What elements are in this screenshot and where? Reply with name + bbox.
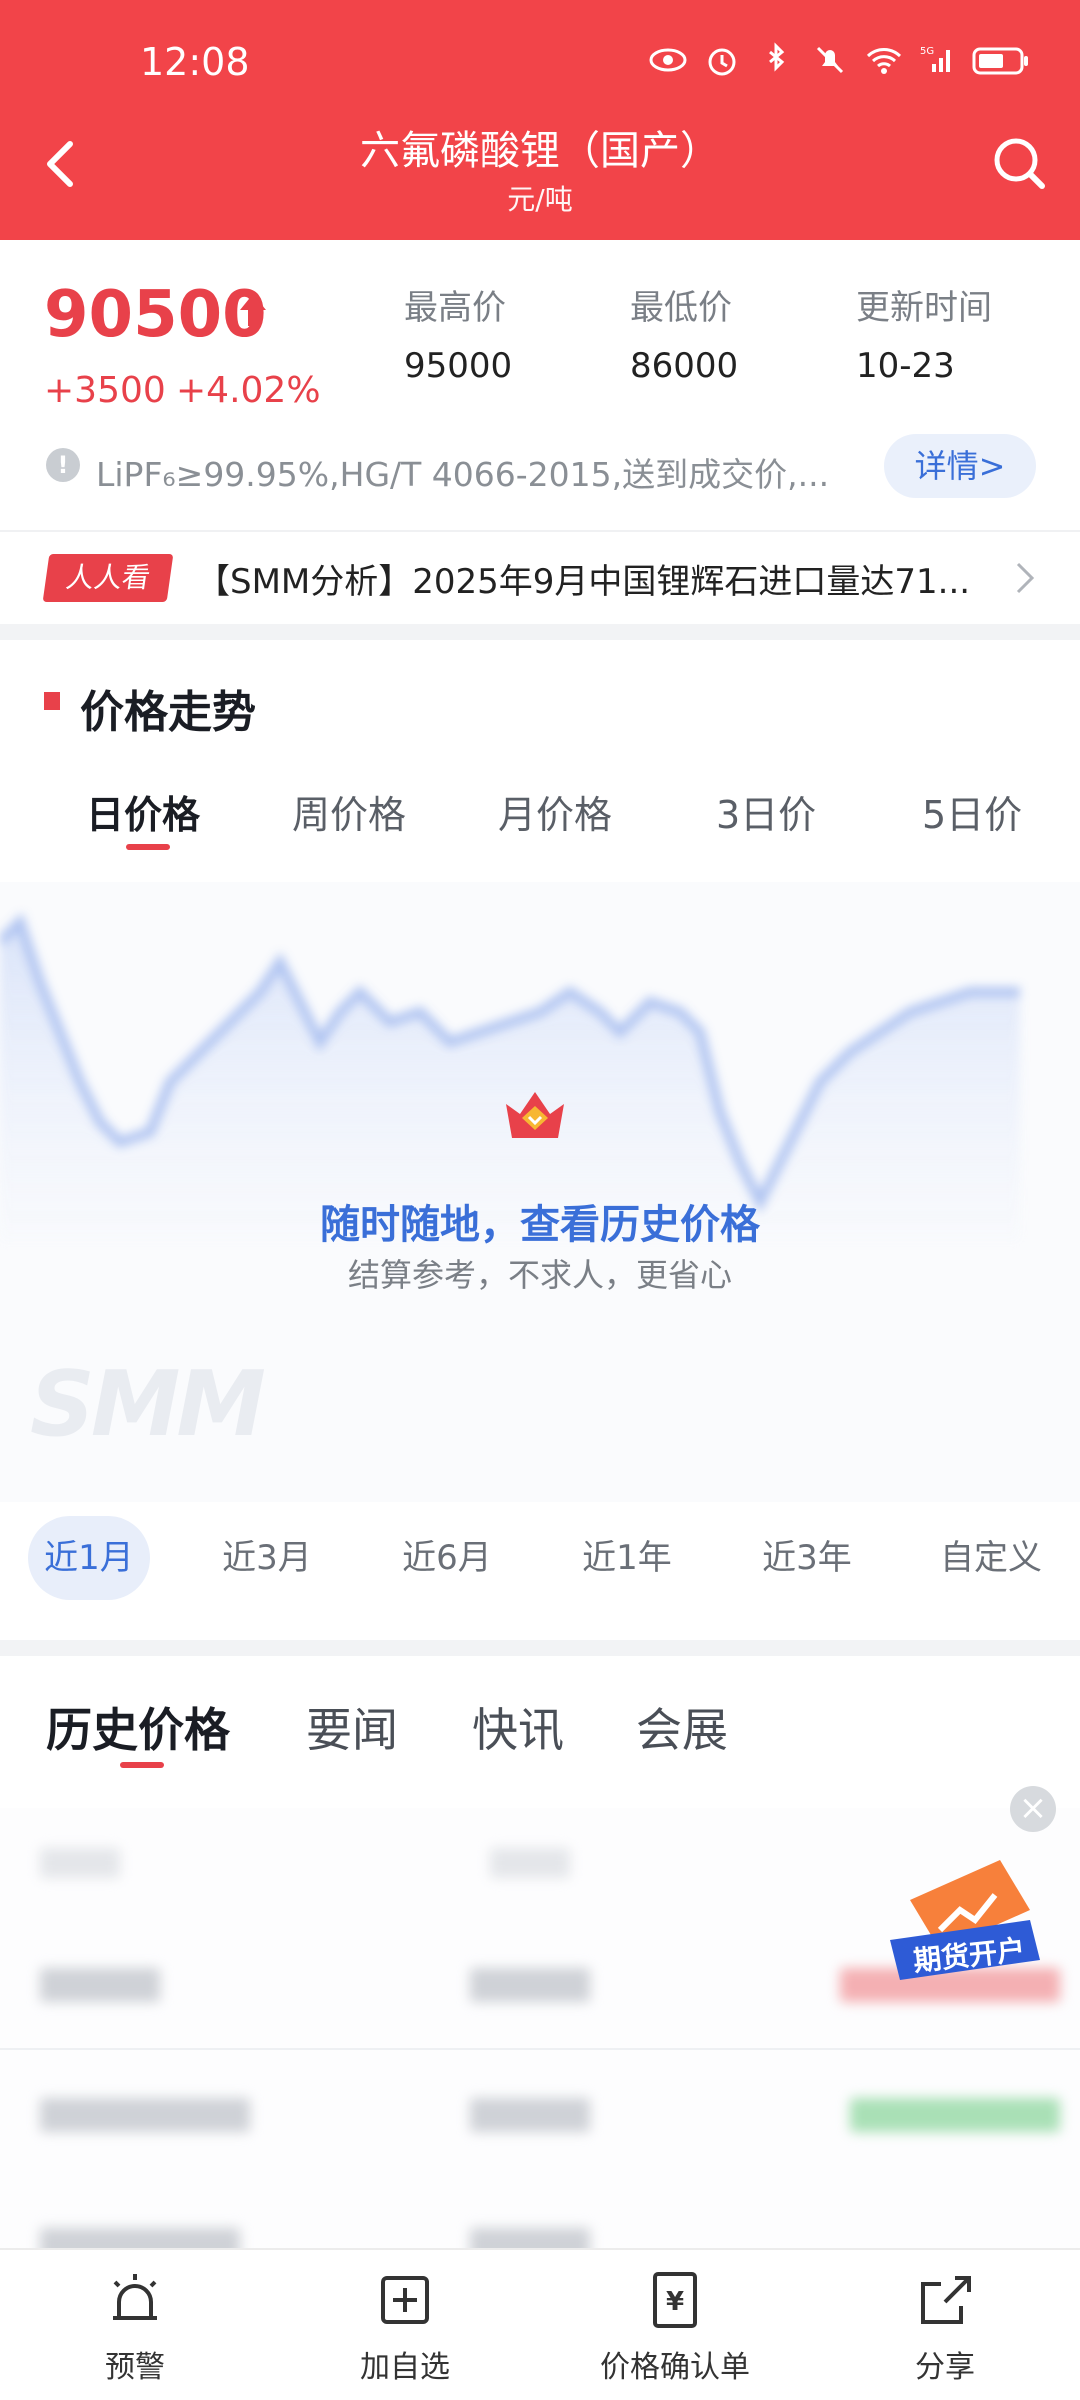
svg-text:¥: ¥ (666, 2287, 684, 2317)
page-title: 六氟磷酸锂（国产） (360, 128, 720, 174)
range-1-year[interactable]: 近1年 (566, 1516, 688, 1600)
smm-watermark: SMM (30, 1352, 266, 1457)
table-row-blurred (0, 2058, 1080, 2178)
nav-alert[interactable]: 预警 (0, 2270, 270, 2386)
update-time-value: 10-23 (856, 346, 955, 386)
svg-text:5G: 5G (920, 46, 934, 57)
range-3-years[interactable]: 近3年 (746, 1516, 868, 1600)
search-button[interactable] (984, 128, 1054, 198)
app-header: 12:08 5G 六氟磷酸锂（国产） 元/吨 (0, 0, 1080, 240)
add-favorite-icon (381, 2276, 429, 2324)
up-arrow-icon (240, 294, 266, 326)
tab-monthly-price[interactable]: 月价格 (498, 784, 612, 839)
range-custom[interactable]: 自定义 (926, 1516, 1056, 1600)
alarm-bell-icon (113, 2274, 157, 2320)
low-value: 86000 (630, 346, 739, 386)
tab-price-history[interactable]: 历史价格 (46, 1694, 230, 1760)
nav-share[interactable]: 分享 (810, 2270, 1080, 2386)
bottom-navigation: 预警 加自选 ¥ 价格确认单 分享 (0, 2248, 1080, 2400)
alarm-icon (708, 48, 736, 76)
price-change-percent: +4.02% (176, 370, 321, 411)
chart-cta-subtitle: 结算参考，不求人，更省心 (347, 1256, 732, 1294)
high-label: 最高价 (404, 288, 506, 328)
nav-label: 价格确认单 (600, 2350, 750, 2385)
nav-add-favorite[interactable]: 加自选 (270, 2270, 540, 2386)
tab-news[interactable]: 要闻 (306, 1694, 398, 1760)
unit-subtitle: 元/吨 (507, 183, 573, 216)
range-1-month[interactable]: 近1月 (28, 1516, 150, 1600)
product-spec: LiPF₆≥99.95%,HG/T 4066-2015,送到成交价,... (96, 455, 830, 494)
signal-5g-icon: 5G (920, 46, 950, 72)
nav-label: 分享 (915, 2350, 975, 2385)
chart-cta-title: 随时随地，查看历史价格 (320, 1202, 760, 1248)
share-icon (921, 2276, 971, 2324)
tab-exhibitions[interactable]: 会展 (636, 1694, 728, 1760)
section-gap (0, 624, 1080, 640)
bluetooth-icon (769, 42, 785, 72)
price-change: +3500 (44, 370, 166, 411)
trend-title: 价格走势 (80, 687, 256, 738)
content-tab-indicator (120, 1762, 164, 1768)
range-3-months[interactable]: 近3月 (206, 1516, 328, 1600)
tab-daily-price[interactable]: 日价格 (86, 784, 200, 839)
futures-account-promo[interactable]: 期货开户 (880, 1840, 1060, 1990)
tab-5day-price[interactable]: 5日价 (922, 784, 1022, 839)
crown-icon (506, 1092, 564, 1138)
tab-indicator (126, 844, 170, 850)
news-headline[interactable]: 【SMM分析】2025年9月中国锂辉石进口量达71... (196, 554, 1006, 603)
table-row-blurred (0, 2188, 1080, 2248)
current-price: 90500 (44, 278, 267, 352)
price-confirm-icon: ¥ (653, 2272, 697, 2328)
section-gap (0, 1640, 1080, 1656)
status-icons: 5G (648, 42, 1030, 78)
divider (0, 530, 1080, 532)
update-time-label: 更新时间 (856, 288, 992, 328)
low-label: 最低价 (630, 288, 732, 328)
chevron-right-icon[interactable] (1010, 556, 1040, 600)
close-icon[interactable]: × (1010, 1786, 1056, 1832)
news-tag: 人人看 (42, 554, 174, 602)
detail-button[interactable]: 详情> (884, 434, 1036, 498)
nav-label: 预警 (105, 2350, 165, 2385)
range-6-months[interactable]: 近6月 (386, 1516, 508, 1600)
nav-label: 加自选 (360, 2350, 450, 2385)
status-time: 12:08 (140, 40, 250, 84)
battery-icon (972, 47, 1028, 75)
tab-flash[interactable]: 快讯 (472, 1694, 564, 1760)
tab-3day-price[interactable]: 3日价 (716, 784, 816, 839)
high-value: 95000 (404, 346, 513, 386)
nav-price-confirm[interactable]: ¥ 价格确认单 (540, 2270, 810, 2386)
table-row-divider (0, 2048, 1080, 2050)
wifi-icon (866, 48, 902, 74)
section-marker (44, 692, 60, 710)
info-icon: ! (46, 448, 80, 482)
eye-icon (649, 48, 687, 72)
mute-icon (816, 46, 844, 74)
price-chart-locked[interactable]: SMM 随时随地，查看历史价格 结算参考，不求人，更省心 (0, 882, 1080, 1502)
tab-weekly-price[interactable]: 周价格 (292, 784, 406, 839)
